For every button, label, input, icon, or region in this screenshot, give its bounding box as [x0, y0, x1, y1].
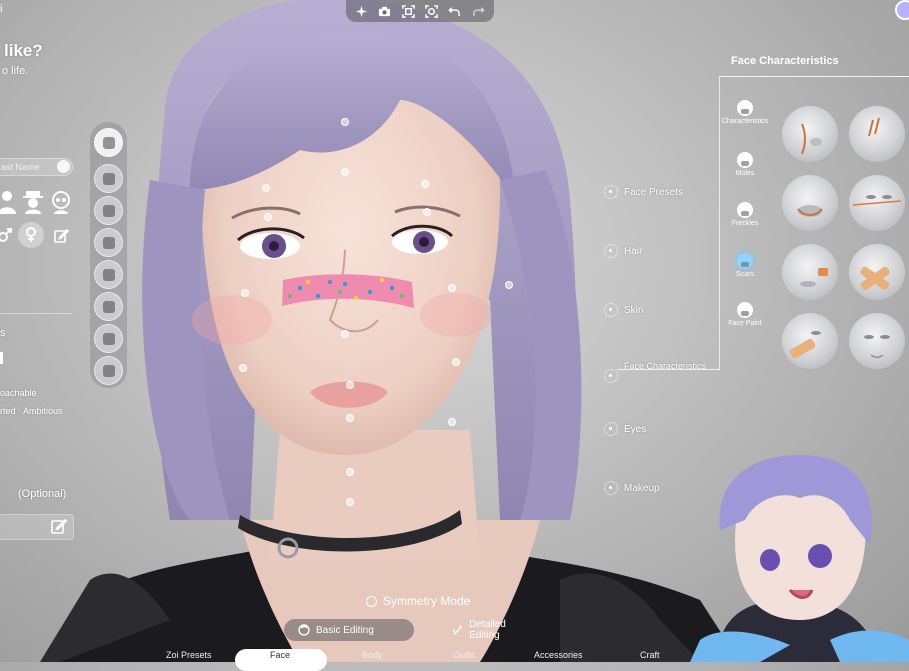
brush-icon — [452, 624, 463, 636]
basic-editing-tab[interactable]: Basic Editing — [284, 619, 414, 641]
scar-thumbnail-8[interactable] — [849, 313, 905, 369]
menu-label: Eyes — [624, 423, 647, 435]
tab-face[interactable]: Face — [270, 650, 290, 660]
panel-subheading: o life. — [2, 65, 29, 77]
freckles-icon — [737, 202, 753, 218]
slot-hair[interactable] — [94, 128, 123, 157]
sparkle-icon[interactable] — [353, 2, 371, 20]
tab-body[interactable]: Body — [362, 650, 383, 660]
moles-icon — [737, 152, 753, 168]
menu-dot-icon — [604, 303, 618, 317]
profile-icon[interactable] — [895, 0, 909, 20]
scars-icon — [737, 253, 753, 269]
menu-dot-icon — [604, 422, 618, 436]
randomize-name-icon[interactable] — [57, 160, 70, 173]
category-freckles[interactable]: Freckles — [721, 202, 769, 228]
menu-label: Face Presets — [624, 186, 683, 198]
slot-accessory[interactable] — [94, 292, 123, 321]
tab-zoi-presets[interactable]: Zoi Presets — [166, 650, 212, 660]
slot-choker[interactable] — [94, 228, 123, 257]
category-characteristics[interactable]: Characteristics — [721, 100, 769, 126]
category-label: Freckles — [731, 220, 759, 227]
scar-thumbnail-7[interactable] — [782, 313, 838, 369]
slot-body[interactable] — [94, 196, 123, 225]
menu-dot-icon — [604, 369, 618, 383]
face-icon — [298, 624, 310, 636]
category-label: Face Paint — [728, 320, 762, 327]
checkmark-circle-icon — [366, 595, 377, 607]
section-divider — [0, 313, 72, 314]
section-label-fragment: s — [0, 327, 6, 339]
category-label: Moles — [735, 170, 755, 177]
menu-dot-icon — [604, 481, 618, 495]
person-silhouette-icon[interactable] — [0, 190, 18, 214]
top-toolbar — [346, 0, 494, 22]
face-preset-slot-strip — [90, 122, 127, 388]
menu-label: Hair — [624, 245, 643, 257]
slot-hand[interactable] — [94, 260, 123, 289]
optional-label: (Optional) — [18, 488, 67, 500]
menu-eyes[interactable]: Eyes — [604, 422, 646, 436]
characteristics-icon — [737, 100, 753, 116]
scar-thumbnail-1[interactable] — [782, 106, 838, 162]
trait-hearted[interactable]: rted — [0, 406, 16, 416]
top-left-text-fragment: i — [0, 3, 3, 15]
redo-icon[interactable] — [469, 2, 487, 20]
menu-label: Makeup — [624, 482, 660, 494]
female-symbol-icon[interactable] — [18, 222, 44, 248]
camera-icon[interactable] — [376, 2, 394, 20]
hat-person-icon[interactable] — [22, 190, 44, 214]
face-characteristics-title: Face Characteristics — [731, 55, 839, 67]
title-underline — [719, 76, 909, 77]
character-portrait — [40, 0, 909, 662]
menu-skin[interactable]: Skin — [604, 303, 643, 317]
scar-thumbnail-5[interactable] — [782, 244, 838, 300]
menu-face-presets[interactable]: Face Presets — [604, 185, 683, 199]
category-face-paint[interactable]: Face Paint — [721, 302, 769, 328]
slot-shoes[interactable] — [94, 164, 123, 193]
menu-makeup[interactable]: Makeup — [604, 481, 660, 495]
edit-pronoun-icon[interactable] — [48, 222, 74, 248]
category-moles[interactable]: Moles — [721, 152, 769, 178]
category-scars[interactable]: Scars — [721, 253, 769, 279]
menu-dot-icon — [604, 244, 618, 258]
slot-earrings[interactable] — [94, 356, 123, 385]
detailed-editing-tab[interactable]: Detailed Editing — [438, 619, 548, 641]
scar-thumbnail-3[interactable] — [782, 175, 838, 231]
undo-icon[interactable] — [446, 2, 464, 20]
elder-person-icon[interactable] — [50, 190, 72, 214]
menu-dot-icon — [604, 185, 618, 199]
category-label: Scars — [736, 271, 754, 278]
trait-approachable[interactable]: oachable — [0, 388, 37, 398]
panel-heading: like? — [4, 41, 43, 60]
section-marker — [0, 352, 3, 364]
scar-thumbnail-2[interactable] — [849, 106, 905, 162]
menu-selection-line — [617, 369, 720, 370]
detailed-editing-label: Detailed Editing — [469, 619, 506, 641]
slot-glasses[interactable] — [94, 324, 123, 353]
tab-accessories[interactable]: Accessories — [534, 650, 583, 660]
tab-outfit[interactable]: Outfit — [453, 650, 475, 660]
menu-hair[interactable]: Hair — [604, 244, 642, 258]
trait-ambitious[interactable]: Ambitious — [23, 406, 63, 416]
face-paint-icon — [737, 302, 753, 318]
face-frame-icon[interactable] — [423, 2, 441, 20]
scar-thumbnail-4[interactable] — [849, 175, 905, 231]
scar-thumbnail-6[interactable] — [849, 244, 905, 300]
symmetry-mode-label: Symmetry Mode — [383, 594, 471, 608]
panel-border — [719, 76, 720, 370]
frame-icon[interactable] — [399, 2, 417, 20]
menu-label: Skin — [624, 304, 644, 316]
edit-icon[interactable] — [51, 518, 67, 534]
category-label: Characteristics — [721, 118, 769, 125]
basic-editing-label: Basic Editing — [316, 624, 374, 636]
symmetry-mode-toggle[interactable]: Symmetry Mode — [366, 594, 470, 608]
tab-craft[interactable]: Craft — [640, 650, 660, 660]
